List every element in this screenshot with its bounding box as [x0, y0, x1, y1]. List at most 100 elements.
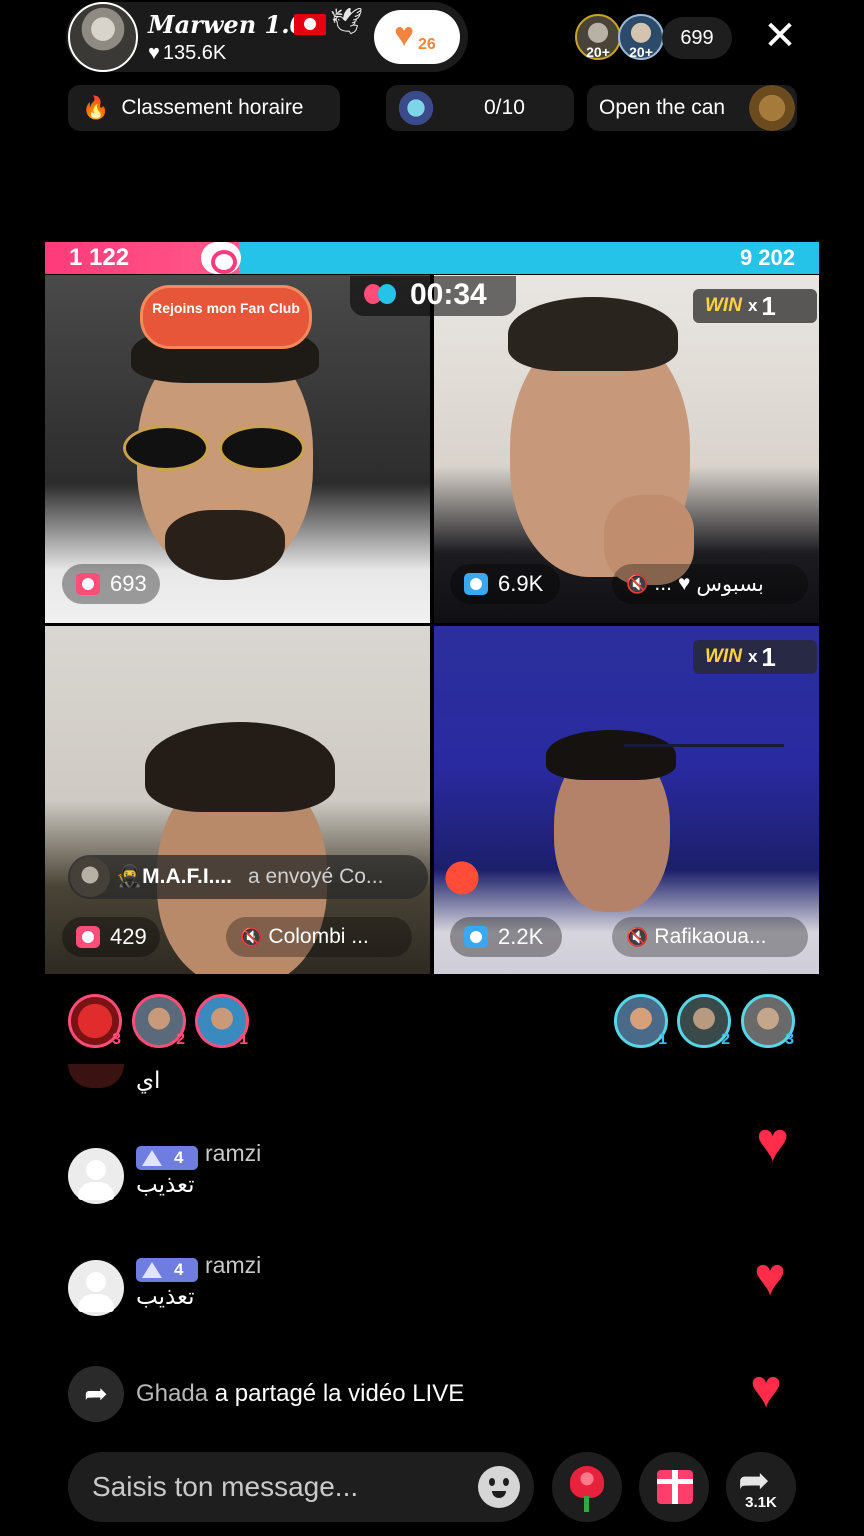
opponent-name: بسبوس: [696, 572, 764, 596]
hourly-ranking-chip[interactable]: 🔥 Classement horaire: [68, 85, 340, 131]
white-heart-icon: ♥: [677, 572, 691, 595]
win-count: 1: [761, 290, 776, 321]
supporter-rank: 2: [721, 1031, 730, 1048]
goal-chip[interactable]: 0/10: [386, 85, 574, 131]
beard: [165, 510, 285, 580]
gift-icon: [657, 1470, 693, 1504]
win-label: WIN: [705, 646, 742, 667]
top-viewer-avatar[interactable]: 20+: [575, 14, 621, 60]
mute-icon: 🔇: [240, 926, 263, 947]
opponent-name-pill[interactable]: 🔇 Colombi ...: [226, 917, 412, 957]
chat-message-text: تعذيب: [136, 1284, 195, 1310]
gift-score-pill[interactable]: 693: [62, 564, 160, 604]
supporter-rank: 3: [112, 1031, 121, 1048]
hourly-ranking-label: Classement horaire: [121, 96, 304, 119]
gift-points-icon: [76, 573, 100, 595]
rose-icon: [570, 1466, 604, 1512]
chat-username[interactable]: ramzi: [205, 1252, 261, 1279]
opponent-name-pill[interactable]: 🔇 ... ♥ بسبوس: [612, 564, 808, 604]
fanclub-count: 26: [418, 36, 436, 53]
win-multiplier-x: x: [747, 647, 758, 666]
host-likes-count: 135.6K: [162, 42, 227, 64]
win-streak-badge: WIN x 1: [693, 640, 817, 674]
share-arrow-icon: ➦: [68, 1366, 124, 1422]
lion-icon: [749, 85, 795, 131]
dove-icon: 🕊: [330, 6, 364, 36]
user-level: 4: [174, 1148, 184, 1167]
left-supporter-avatar[interactable]: 3: [68, 994, 122, 1048]
goal-progress: 0/10: [484, 96, 525, 119]
viewer-count[interactable]: 699: [662, 17, 732, 59]
left-supporter-avatar[interactable]: 2: [132, 994, 186, 1048]
gift-action-text: a envoyé Co...: [248, 865, 384, 888]
gift-button[interactable]: [639, 1452, 709, 1522]
gift-notification: 🥷 M.A.F.I.... a envoyé Co...: [68, 855, 428, 899]
supporter-rank: 1: [658, 1031, 667, 1048]
top-viewer-avatar[interactable]: 20+: [618, 14, 664, 60]
floating-heart-icon: ♥: [756, 1110, 790, 1173]
gift-score-pill[interactable]: 2.2K: [450, 917, 562, 957]
viewer-badge: 20+: [629, 44, 653, 60]
gift-score: 6.9K: [498, 571, 544, 596]
battle-timer-value: 00:34: [410, 278, 487, 311]
chat-username[interactable]: ramzi: [205, 1140, 261, 1167]
close-button[interactable]: ✕: [760, 16, 800, 56]
fan-club-banner[interactable]: Rejoins mon Fan Club: [140, 285, 312, 349]
chat-message-partial: اي: [136, 1068, 161, 1094]
message-input[interactable]: [68, 1452, 534, 1522]
host-avatar[interactable]: [68, 2, 138, 72]
left-supporter-avatar[interactable]: 1: [195, 994, 249, 1048]
open-the-can-label: Open the can: [599, 96, 726, 119]
floating-heart-icon: ♥: [750, 1359, 783, 1419]
mute-icon: 🔇: [626, 573, 649, 594]
chat-avatar-partial: [68, 1064, 124, 1088]
emoji-icon[interactable]: [478, 1466, 520, 1508]
right-supporter-avatar[interactable]: 3: [741, 994, 795, 1048]
fanclub-button[interactable]: ♥ 26: [374, 10, 460, 64]
win-count: 1: [761, 641, 776, 672]
win-streak-badge: WIN x 1: [693, 289, 817, 323]
ceiling-lamp: [624, 744, 784, 814]
close-icon: ✕: [763, 14, 797, 58]
sunglasses-left: [123, 425, 209, 471]
chat-user-avatar[interactable]: [68, 1148, 124, 1204]
gift-score: 429: [110, 924, 147, 949]
host-name: Marwen 1.0: [148, 10, 307, 39]
right-supporter-avatar[interactable]: 1: [614, 994, 668, 1048]
supporter-rank: 3: [785, 1031, 794, 1048]
share-count: 3.1K: [745, 1494, 777, 1511]
battle-score-bar: 1 122 9 202: [45, 242, 819, 274]
share-user[interactable]: Ghada: [136, 1380, 208, 1407]
gift-score: 693: [110, 571, 147, 596]
floating-heart-icon: ♥: [754, 1247, 787, 1307]
share-button[interactable]: ➦ 3.1K: [726, 1452, 796, 1522]
fire-icon: 🔥: [82, 95, 110, 120]
tunisia-flag-icon: [294, 14, 326, 35]
user-level: 4: [174, 1260, 184, 1279]
goal-icon: [394, 90, 438, 126]
gift-score-pill[interactable]: 429: [62, 917, 160, 957]
opponent-name-pill[interactable]: 🔇 Rafikaoua...: [612, 917, 808, 957]
team-right-score: 9 202: [739, 245, 795, 270]
share-message: Ghada a partagé la vidéo LIVE: [136, 1380, 464, 1408]
team-left-score: 1 122: [69, 244, 130, 271]
battle-timer: 00:34: [350, 276, 516, 316]
boxing-gloves-icon: [364, 284, 400, 306]
host-likes: ♥ 135.6K: [148, 42, 226, 65]
rose-gift-button[interactable]: [552, 1452, 622, 1522]
open-the-can-chip[interactable]: Open the can: [587, 85, 797, 131]
win-multiplier-x: x: [747, 296, 758, 315]
share-action: a partagé la vidéo LIVE: [214, 1380, 465, 1407]
gift-points-icon: [464, 926, 488, 948]
chat-user-avatar[interactable]: [68, 1260, 124, 1316]
gift-score-pill[interactable]: 6.9K: [450, 564, 560, 604]
opponent-name: Rafikaoua...: [654, 925, 767, 948]
opponent-name-prefix: ...: [654, 572, 672, 595]
supporter-rank: 1: [239, 1031, 248, 1048]
gift-points-icon: [76, 926, 100, 948]
viewer-badge: 20+: [586, 44, 610, 60]
user-level-badge: 4: [136, 1258, 198, 1282]
sunglasses-right: [219, 425, 305, 471]
supporter-rank: 2: [176, 1031, 185, 1048]
right-supporter-avatar[interactable]: 2: [677, 994, 731, 1048]
